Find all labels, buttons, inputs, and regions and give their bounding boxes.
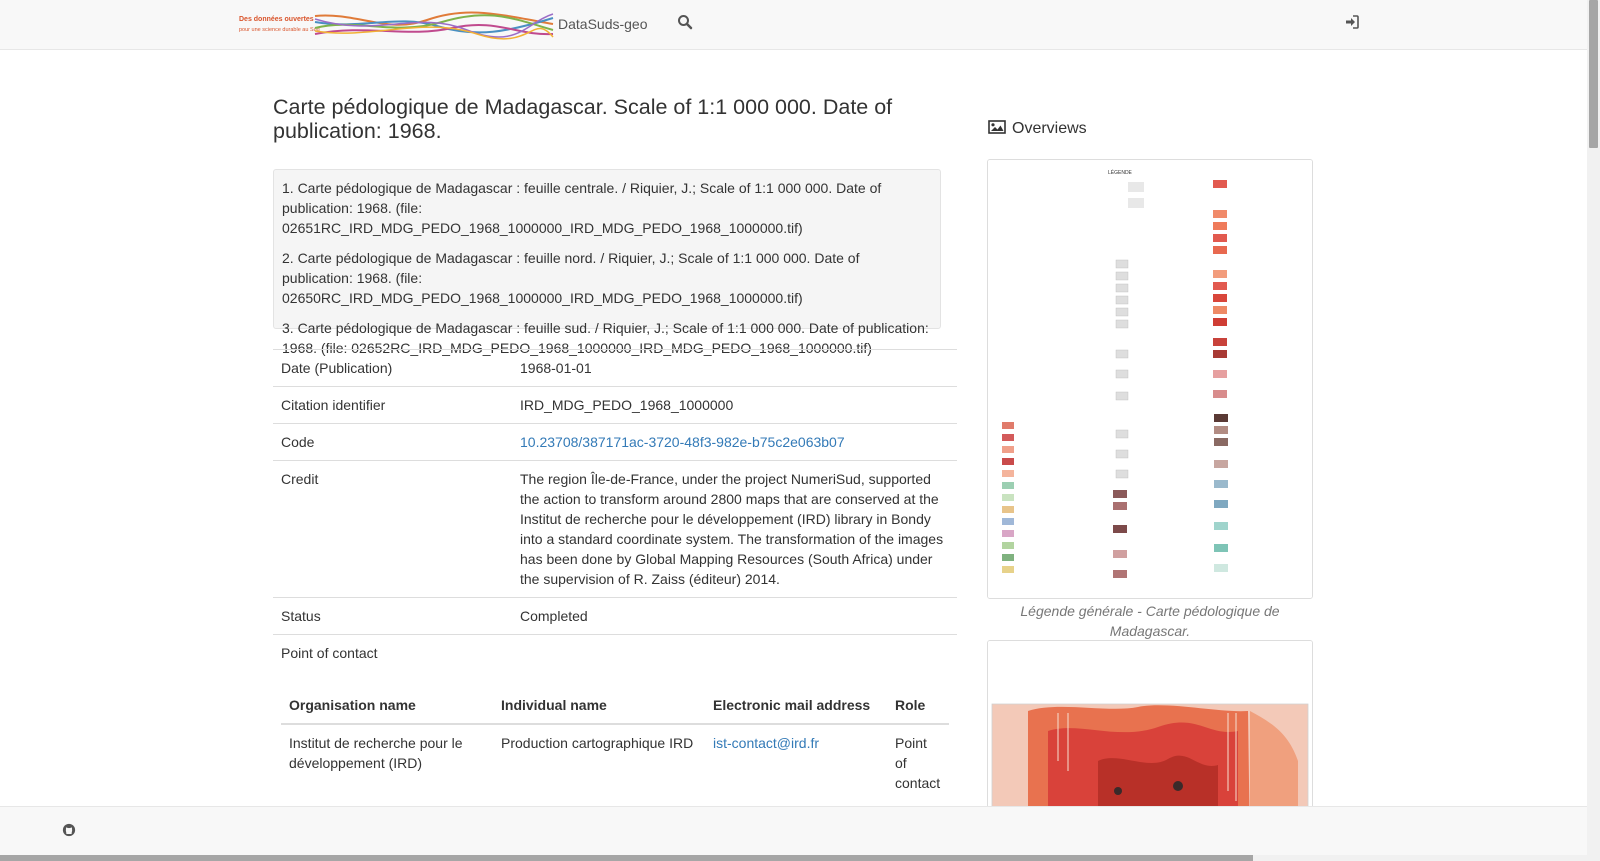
field-value: 10.23708/387171ac-3720-48f3-982e-b75c2e0… [512, 423, 957, 461]
abstract-paragraph: 1. Carte pédologique de Madagascar : feu… [282, 180, 882, 236]
table-row: Date (Publication) 1968-01-01 [273, 349, 957, 387]
email-link[interactable]: ist-contact@ird.fr [713, 735, 819, 751]
github-icon[interactable] [62, 823, 76, 837]
role-cell: Point of contact [887, 723, 949, 801]
table-row: Citation identifier IRD_MDG_PEDO_1968_10… [273, 386, 957, 424]
field-value: Completed [512, 597, 957, 635]
column-header: Role [887, 687, 949, 725]
svg-text:LÉGENDE: LÉGENDE [1108, 169, 1133, 176]
footer [0, 806, 1587, 856]
brand-link[interactable]: DataSuds-geo [558, 16, 648, 32]
abstract-well: 1. Carte pédologique de Madagascar : feu… [273, 169, 941, 356]
search-icon[interactable] [677, 14, 693, 30]
field-label: Citation identifier [273, 386, 512, 424]
legend-preview-image: LÉGENDE [988, 160, 1312, 598]
datasuds-logo[interactable]: Des données ouvertes pour une science du… [237, 10, 555, 40]
navbar: Des données ouvertes pour une science du… [0, 0, 1587, 50]
table-row: Status Completed [273, 597, 957, 635]
email-cell: ist-contact@ird.fr [705, 723, 887, 801]
point-of-contact-table: Organisation name Individual name Electr… [281, 687, 949, 801]
svg-text:pour une science durable au Su: pour une science durable au Sud [239, 27, 320, 33]
column-header: Organisation name [281, 687, 493, 725]
overviews-heading: Overviews [988, 120, 1087, 138]
svg-text:Des données ouvertes: Des données ouvertes [239, 16, 314, 23]
abstract-paragraph: 2. Carte pédologique de Madagascar : feu… [282, 250, 860, 306]
table-row: Credit The region Île-de-France, under t… [273, 460, 957, 598]
overview-thumbnail[interactable]: LÉGENDE [987, 159, 1313, 599]
overview-caption: Légende générale - Carte pédologique de … [1020, 603, 1280, 639]
field-value: IRD_MDG_PEDO_1968_1000000 [512, 386, 957, 424]
overviews-title: Overviews [1012, 120, 1087, 137]
organisation-cell: Institut de recherche pour le développem… [281, 723, 493, 801]
field-label: Code [273, 423, 512, 461]
sign-in-icon[interactable] [1344, 14, 1360, 30]
field-label: Date (Publication) [273, 349, 512, 387]
page-title: Carte pédologique de Madagascar. Scale o… [273, 95, 893, 143]
doi-link[interactable]: 10.23708/387171ac-3720-48f3-982e-b75c2e0… [520, 434, 845, 450]
table-header-row: Organisation name Individual name Electr… [281, 687, 949, 725]
image-icon [988, 120, 1006, 134]
field-label: Status [273, 597, 512, 635]
column-header: Individual name [493, 687, 705, 725]
metadata-table: Date (Publication) 1968-01-01 Citation i… [273, 349, 957, 721]
horizontal-scrollbar[interactable] [0, 855, 1587, 861]
individual-cell: Production cartographique IRD [493, 723, 705, 801]
table-row: Code 10.23708/387171ac-3720-48f3-982e-b7… [273, 423, 957, 461]
field-label: Credit [273, 460, 512, 598]
field-value: The region Île-de-France, under the proj… [512, 460, 957, 598]
horizontal-scrollbar-thumb[interactable] [0, 855, 1253, 861]
field-value: 1968-01-01 [512, 349, 957, 387]
vertical-scrollbar-thumb[interactable] [1589, 0, 1598, 148]
vertical-scrollbar[interactable] [1587, 0, 1600, 861]
column-header: Electronic mail address [705, 687, 887, 725]
table-row: Institut de recherche pour le développem… [281, 723, 949, 801]
